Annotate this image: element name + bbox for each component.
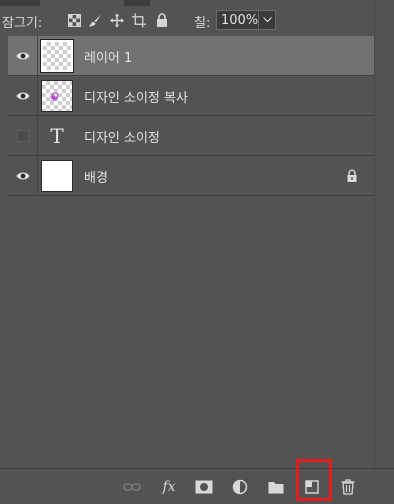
hidden-box-icon: [16, 129, 29, 142]
layer-row[interactable]: 배경: [8, 156, 374, 196]
visibility-toggle[interactable]: [8, 36, 38, 75]
layer-name[interactable]: 디자인 소이정 복사: [84, 87, 188, 106]
chevron-down-icon[interactable]: [258, 11, 275, 29]
type-layer-icon: T: [50, 124, 64, 148]
link-layers-icon[interactable]: [122, 477, 142, 497]
layer-name[interactable]: 디자인 소이정: [84, 127, 160, 146]
adjustment-icon[interactable]: [230, 477, 250, 497]
eye-icon: [16, 172, 29, 179]
fx-icon[interactable]: fx: [159, 477, 179, 497]
layers-bottom-bar: fx: [0, 468, 394, 504]
lock-image-pixels-icon[interactable]: [88, 13, 102, 27]
trash-icon[interactable]: [338, 477, 358, 497]
layer-row[interactable]: 레이어 1: [8, 36, 374, 76]
layer-thumbnail: [41, 160, 73, 192]
fill-field[interactable]: 100%: [216, 10, 276, 30]
eye-icon: [16, 92, 29, 99]
lock-label: 잠그기:: [2, 16, 43, 31]
layer-name[interactable]: 배경: [84, 167, 108, 186]
group-folder-icon[interactable]: [266, 477, 286, 497]
panel-scrollbar[interactable]: [374, 0, 394, 504]
visibility-toggle[interactable]: [8, 156, 38, 195]
lock-icon[interactable]: [346, 169, 358, 183]
lock-bar: 잠그기: 칠: 100%: [0, 6, 394, 34]
lock-artboard-icon[interactable]: [132, 13, 146, 27]
text-art-icon: ❀: [50, 92, 59, 104]
layer-row[interactable]: ❀ 디자인 소이정 복사: [8, 76, 374, 116]
fill-label: 칠:: [194, 16, 211, 31]
lock-position-icon[interactable]: [110, 13, 124, 27]
mask-icon[interactable]: [194, 477, 214, 497]
lock-transparent-pixels-icon[interactable]: [67, 13, 81, 27]
visibility-toggle[interactable]: [8, 76, 38, 115]
eye-icon: [16, 52, 29, 59]
lock-all-icon[interactable]: [155, 13, 169, 27]
layers-panel: 레이어 1 ❀ 디자인 소이정 복사 T 디자인 소이정 배경: [8, 36, 374, 464]
fill-value[interactable]: 100%: [221, 13, 258, 28]
layer-thumbnail: ❀: [41, 80, 73, 112]
layer-name[interactable]: 레이어 1: [84, 47, 132, 66]
new-layer-highlight: [296, 459, 332, 501]
layer-row[interactable]: T 디자인 소이정: [8, 116, 374, 156]
visibility-toggle[interactable]: [8, 116, 38, 155]
layer-thumbnail: [40, 39, 74, 73]
